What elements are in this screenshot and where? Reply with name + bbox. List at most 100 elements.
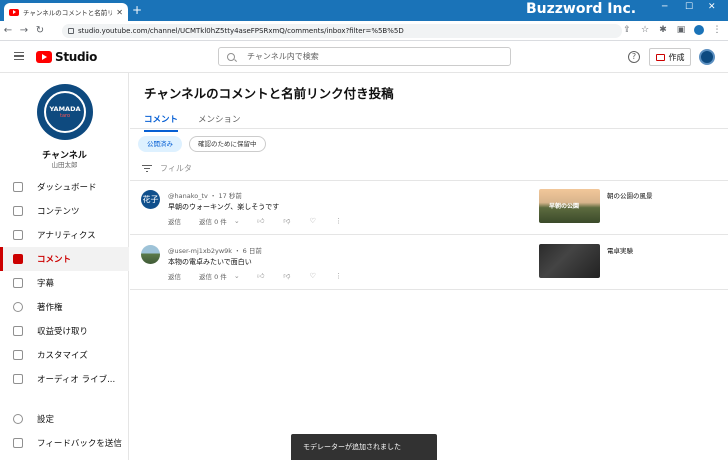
sidebar-item-label: コメント (37, 255, 72, 265)
commenter-avatar[interactable] (141, 245, 160, 264)
reload-icon[interactable]: ↻ (32, 25, 48, 36)
audio-library-icon (13, 374, 23, 384)
tab-title: チャンネルのコメントと名前リンク付き投 (23, 9, 113, 17)
forward-icon[interactable]: → (16, 25, 32, 36)
browser-tab[interactable]: チャンネルのコメントと名前リンク付き投 ✕ (4, 3, 128, 21)
comment-row: @user-mj1xb2yw9k ・ 6 日前 本物の電卓みたいで面白い 返信 … (130, 236, 728, 290)
replies-dropdown[interactable]: 返信 0 件 (199, 271, 227, 281)
subtitles-icon (13, 278, 23, 288)
filter-chips: 公開済み 確認のために保留中 (138, 136, 266, 152)
sidebar-item-customization[interactable]: カスタマイズ (0, 343, 129, 367)
sidebar-item-earn[interactable]: 収益受け取り (0, 319, 129, 343)
back-icon[interactable]: ← (0, 25, 16, 36)
sidebar-item-label: 収益受け取り (37, 327, 89, 337)
sidebar-item-label: 字幕 (37, 279, 55, 289)
studio-header: Studio チャンネル内で検索 ? 作成 (0, 41, 728, 73)
address-bar-row: ← → ↻ studio.youtube.com/channel/UCMTkl0… (0, 21, 728, 41)
studio-logo[interactable]: Studio (36, 50, 97, 64)
filter-label: フィルタ (160, 164, 192, 173)
gear-icon (13, 414, 23, 424)
sidebar-item-feedback[interactable]: フィードバックを送信 (0, 431, 129, 455)
lock-icon (68, 28, 74, 34)
sidebar-item-label: ダッシュボード (37, 183, 97, 193)
tab-comments[interactable]: コメント (144, 113, 179, 132)
sidepanel-icon[interactable]: ▣ (676, 25, 686, 35)
sidebar-item-comments[interactable]: コメント (0, 247, 129, 271)
search-input[interactable]: チャンネル内で検索 (218, 47, 511, 66)
reply-button[interactable]: 返信 (168, 216, 181, 226)
window-close-icon[interactable]: ✕ (708, 2, 716, 12)
heart-icon[interactable]: ♡ (309, 272, 317, 280)
chip-published[interactable]: 公開済み (138, 136, 182, 152)
video-title[interactable]: 朝の公園の風景 (607, 190, 653, 200)
account-avatar[interactable] (699, 49, 715, 65)
tab-mentions[interactable]: メンション (198, 113, 241, 132)
comment-meta: @hanako_tv ・ 17 秒前 (168, 192, 242, 200)
commenter-avatar[interactable]: 花子 (141, 190, 160, 209)
replies-dropdown[interactable]: 返信 0 件 (199, 216, 227, 226)
channel-user-name: 山田太郎 (51, 161, 78, 169)
tab-close-icon[interactable]: ✕ (116, 8, 123, 17)
comment-text: 早朝のウォーキング、楽しそうです (168, 203, 280, 211)
share-icon[interactable]: ⇪ (622, 25, 632, 35)
sidebar-item-dashboard[interactable]: ダッシュボード (0, 175, 129, 199)
sidebar-item-analytics[interactable]: アナリティクス (0, 223, 129, 247)
page-title: チャンネルのコメントと名前リンク付き投稿 (144, 86, 394, 101)
star-icon[interactable]: ☆ (640, 25, 650, 35)
sidebar-item-label: カスタマイズ (37, 351, 88, 361)
chevron-down-icon[interactable]: ⌄ (233, 272, 241, 280)
heart-icon[interactable]: ♡ (309, 217, 317, 225)
channel-avatar[interactable]: YAMADA taro (37, 84, 93, 140)
new-tab-button[interactable]: + (132, 3, 142, 17)
sidebar-item-settings[interactable]: 設定 (0, 407, 129, 431)
main-content: チャンネルのコメントと名前リンク付き投稿 コメント メンション 公開済み 確認の… (130, 73, 728, 460)
youtube-logo-icon (36, 51, 52, 63)
like-icon[interactable]: 👍︎ (257, 217, 265, 225)
chevron-down-icon[interactable]: ⌄ (233, 217, 241, 225)
more-options-icon[interactable]: ⋮ (335, 272, 343, 280)
reply-button[interactable]: 返信 (168, 271, 181, 281)
browser-profile-icon[interactable] (694, 25, 704, 35)
sidebar-item-label: オーディオ ライブ... (37, 375, 116, 385)
sidebar-item-label: フィードバックを送信 (37, 439, 122, 449)
minimize-icon[interactable]: ─ (662, 2, 667, 12)
dislike-icon[interactable]: 👎︎ (283, 272, 291, 280)
copyright-icon (13, 302, 23, 312)
sidebar-item-label: 著作権 (37, 303, 63, 313)
comment-meta: @user-mj1xb2yw9k ・ 6 日前 (168, 247, 262, 255)
sidebar-item-copyright[interactable]: 著作権 (0, 295, 129, 319)
url-field[interactable]: studio.youtube.com/channel/UCMTkl0hZ5tty… (62, 24, 622, 38)
search-icon (227, 52, 235, 61)
menu-icon[interactable] (14, 52, 24, 60)
video-title[interactable]: 電卓実験 (607, 245, 633, 255)
sidebar-item-label: 設定 (37, 415, 55, 425)
create-button[interactable]: 作成 (649, 48, 691, 66)
channel-avatar-sub: taro (59, 113, 71, 119)
comments-icon (13, 254, 23, 264)
channel-avatar-text: YAMADA (49, 105, 81, 113)
feedback-icon (13, 438, 23, 448)
content-tabs: コメント メンション (144, 113, 241, 132)
video-thumbnail[interactable]: 早朝の公園 (539, 189, 600, 223)
sidebar-item-content[interactable]: コンテンツ (0, 199, 129, 223)
more-options-icon[interactable]: ⋮ (335, 217, 343, 225)
brand-watermark: Buzzword Inc. (526, 1, 637, 17)
url-text: studio.youtube.com/channel/UCMTkl0hZ5tty… (78, 27, 404, 35)
sidebar-item-label: アナリティクス (37, 231, 96, 241)
comment-row: 花子 @hanako_tv ・ 17 秒前 早朝のウォーキング、楽しそうです 返… (130, 181, 728, 235)
tabs-divider (130, 128, 728, 129)
analytics-icon (13, 230, 23, 240)
sidebar-item-audio-library[interactable]: オーディオ ライブ... (0, 367, 129, 391)
help-icon[interactable]: ? (628, 51, 640, 63)
extensions-icon[interactable]: ✱ (658, 25, 668, 35)
browser-menu-icon[interactable]: ⋮ (712, 25, 722, 35)
thumbnail-caption: 早朝の公園 (549, 203, 580, 210)
video-thumbnail[interactable] (539, 244, 600, 278)
filter-bar[interactable]: フィルタ (142, 163, 192, 174)
like-icon[interactable]: 👍︎ (257, 272, 265, 280)
chip-held-for-review[interactable]: 確認のために保留中 (189, 136, 266, 152)
create-label: 作成 (668, 52, 685, 62)
maximize-icon[interactable]: ☐ (685, 2, 693, 12)
sidebar-item-subtitles[interactable]: 字幕 (0, 271, 129, 295)
dislike-icon[interactable]: 👎︎ (283, 217, 291, 225)
